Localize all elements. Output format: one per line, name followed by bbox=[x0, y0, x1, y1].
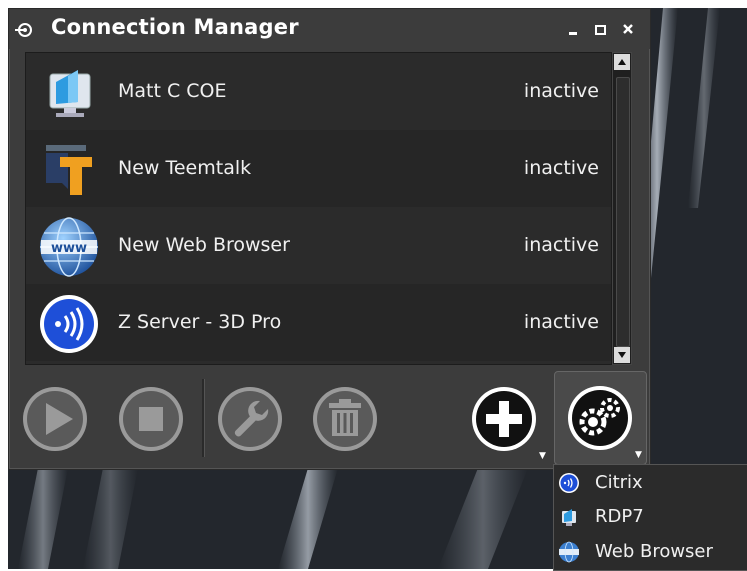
connect-play-button[interactable] bbox=[21, 385, 89, 453]
menu-item-web-browser[interactable]: Web Browser bbox=[554, 536, 747, 568]
scroll-down-button[interactable] bbox=[614, 347, 630, 363]
settings-dropdown-caret-icon: ▼ bbox=[635, 450, 642, 460]
add-connection-button[interactable] bbox=[470, 385, 538, 453]
menu-item-citrix[interactable]: Citrix bbox=[554, 467, 747, 499]
scroll-thumb[interactable] bbox=[616, 77, 630, 347]
rdp-monitor-icon bbox=[562, 509, 576, 526]
scroll-up-button[interactable] bbox=[614, 54, 630, 70]
connection-list[interactable]: Matt C COE inactive New Teemtalk inactiv… bbox=[25, 52, 612, 365]
delete-trash-button[interactable] bbox=[311, 385, 379, 453]
close-button[interactable] bbox=[621, 21, 637, 37]
minimize-icon bbox=[569, 32, 577, 35]
www-globe-icon: www bbox=[40, 217, 98, 277]
connection-name: Z Server - 3D Pro bbox=[118, 311, 282, 333]
action-toolbar: ▼ ▼ bbox=[9, 371, 650, 465]
connection-status: inactive bbox=[523, 80, 599, 102]
connection-status: inactive bbox=[523, 157, 599, 179]
settings-gears-icon bbox=[568, 386, 632, 450]
connection-row[interactable]: Matt C COE inactive bbox=[26, 53, 611, 130]
maximize-button[interactable] bbox=[593, 21, 609, 37]
connection-row[interactable]: www New Web Browser inactive bbox=[26, 207, 611, 284]
close-icon bbox=[623, 24, 633, 34]
maximize-icon bbox=[595, 25, 606, 35]
teemtalk-icon bbox=[46, 145, 92, 195]
toolbar-separator bbox=[202, 379, 205, 457]
connection-status: inactive bbox=[523, 234, 599, 256]
connection-name: New Teemtalk bbox=[118, 157, 252, 179]
add-dropdown-caret-icon[interactable]: ▼ bbox=[539, 451, 546, 461]
menu-item-label: RDP7 bbox=[595, 506, 644, 527]
connection-name: New Web Browser bbox=[118, 234, 290, 256]
menu-item-label: Citrix bbox=[595, 472, 643, 493]
connection-row[interactable]: New Teemtalk inactive bbox=[26, 130, 611, 207]
citrix-icon bbox=[559, 473, 579, 493]
edit-wrench-button[interactable] bbox=[216, 385, 284, 453]
settings-button-frame[interactable]: ▼ bbox=[554, 371, 647, 465]
connection-name: Matt C COE bbox=[118, 80, 227, 102]
minimize-button[interactable] bbox=[566, 21, 582, 37]
list-scrollbar[interactable] bbox=[612, 52, 632, 365]
window-title: Connection Manager bbox=[51, 15, 299, 39]
menu-item-rdp7[interactable]: RDP7 bbox=[554, 501, 747, 533]
title-bar[interactable]: Connection Manager bbox=[9, 9, 650, 49]
chevron-up-icon bbox=[618, 59, 626, 65]
citrix-icon bbox=[40, 295, 98, 353]
disconnect-stop-button[interactable] bbox=[117, 385, 185, 453]
www-globe-icon bbox=[559, 541, 579, 563]
rdp-monitor-icon bbox=[49, 70, 91, 117]
connection-manager-icon bbox=[15, 23, 32, 37]
chevron-down-icon bbox=[618, 352, 626, 358]
connection-row[interactable]: Z Server - 3D Pro inactive bbox=[26, 284, 611, 361]
svg-text:www: www bbox=[51, 241, 87, 256]
connection-manager-window: Connection Manager Matt C COE inactive N… bbox=[8, 8, 651, 470]
add-connection-menu: Citrix RDP7 Web Browser bbox=[553, 464, 747, 571]
menu-item-label: Web Browser bbox=[595, 541, 713, 562]
connection-status: inactive bbox=[523, 311, 599, 333]
